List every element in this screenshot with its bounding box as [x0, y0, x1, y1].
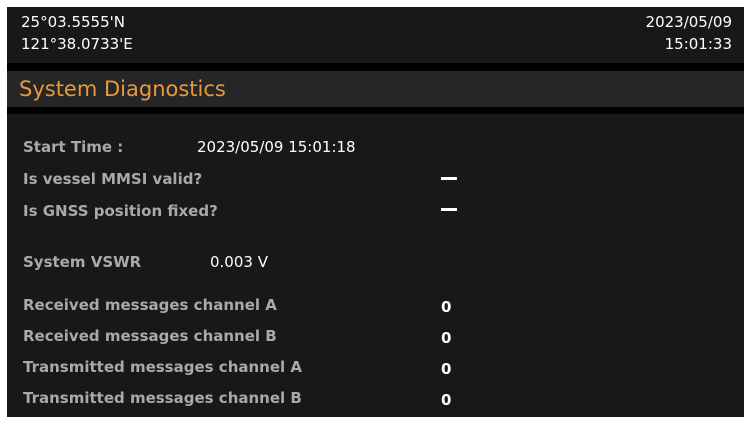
longitude-readout: 121°38.0733'E	[21, 35, 133, 53]
vswr-row: System VSWR	[23, 253, 141, 271]
vswr-value: 0.003 V	[210, 253, 268, 271]
page-title-bar: System Diagnostics	[7, 71, 744, 107]
diagnostics-panel: Start Time : 2023/05/09 15:01:18 Is vess…	[7, 114, 744, 417]
mmsi-valid-row: Is vessel MMSI valid?	[23, 170, 202, 188]
gnss-fixed-row: Is GNSS position fixed?	[23, 202, 218, 220]
status-bar: 25°03.5555'N 121°38.0733'E 2023/05/09 15…	[7, 7, 744, 63]
gnss-fixed-value	[441, 208, 457, 211]
gnss-fixed-label: Is GNSS position fixed?	[23, 202, 218, 220]
counter-value: 0	[441, 298, 452, 316]
latitude-readout: 25°03.5555'N	[21, 13, 125, 31]
counter-row: Transmitted messages channel A	[23, 358, 302, 376]
counter-value: 0	[441, 360, 452, 378]
counter-label: Received messages channel A	[23, 296, 277, 314]
mmsi-valid-value	[441, 177, 457, 180]
counter-label: Transmitted messages channel A	[23, 358, 302, 376]
counter-row: Transmitted messages channel B	[23, 389, 302, 407]
time-readout: 15:01:33	[664, 35, 732, 53]
counter-row: Received messages channel B	[23, 327, 277, 345]
start-time-row: Start Time :	[23, 138, 123, 156]
counter-value: 0	[441, 391, 452, 409]
counter-label: Received messages channel B	[23, 327, 277, 345]
counter-label: Transmitted messages channel B	[23, 389, 302, 407]
start-time-value: 2023/05/09 15:01:18	[197, 138, 356, 156]
date-readout: 2023/05/09	[645, 13, 732, 31]
mmsi-valid-label: Is vessel MMSI valid?	[23, 170, 203, 188]
ais-display-screen: 25°03.5555'N 121°38.0733'E 2023/05/09 15…	[7, 7, 744, 417]
vswr-label: System VSWR	[23, 253, 142, 271]
counter-row: Received messages channel A	[23, 296, 277, 314]
page-title: System Diagnostics	[19, 77, 226, 101]
counter-value: 0	[441, 329, 452, 347]
start-time-label: Start Time :	[23, 138, 124, 156]
